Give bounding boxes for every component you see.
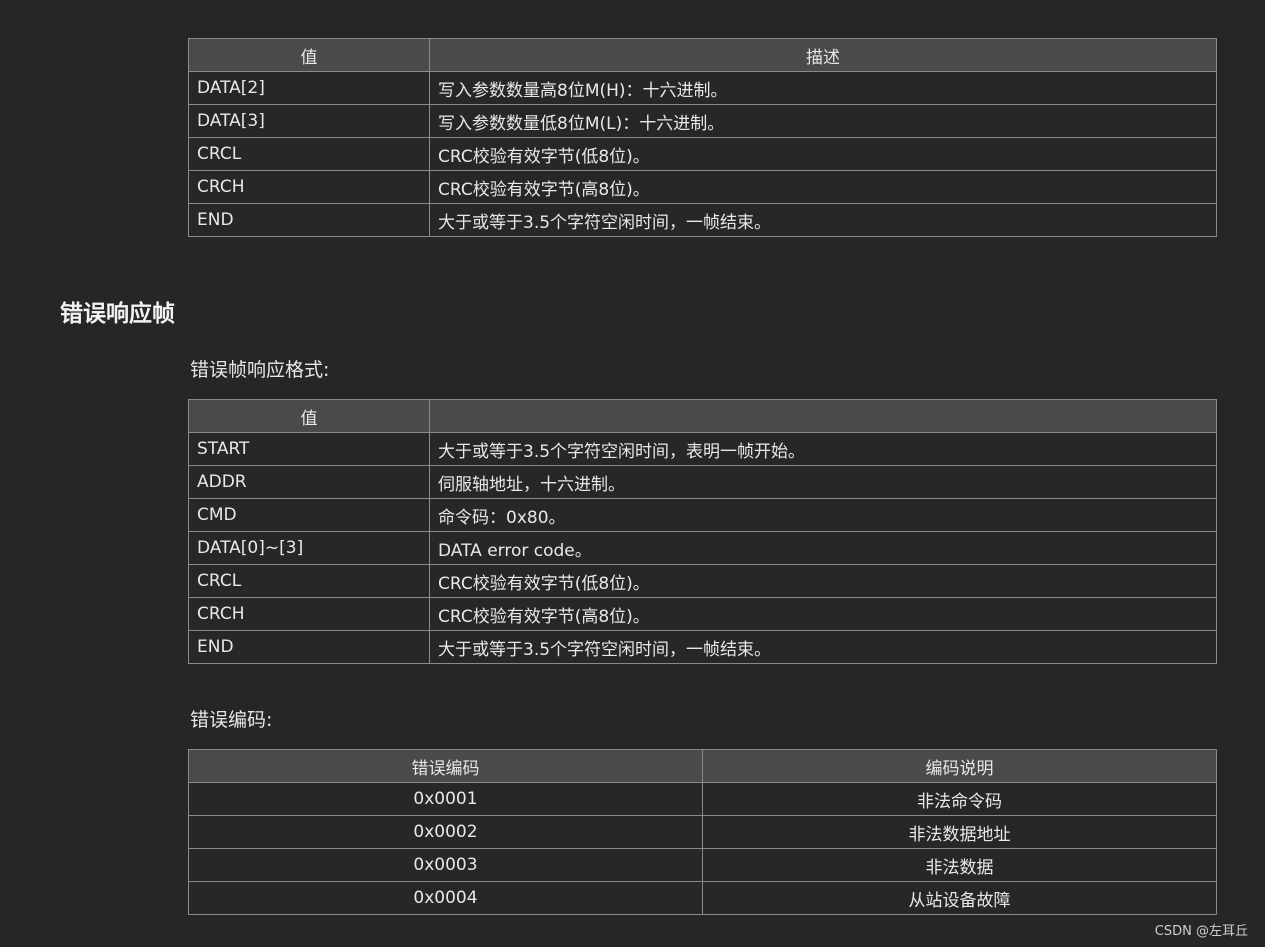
watermark: CSDN @左耳丘: [1154, 924, 1248, 939]
error-codes-table: 错误编码 编码说明 0x0001 非法命令码 0x0002 非法数据地址 0x0…: [188, 749, 1217, 915]
section-heading: 错误响应帧: [60, 301, 175, 327]
cell-description: CRC校验有效字节(高8位)。: [429, 597, 1217, 631]
cell-description: 伺服轴地址，十六进制。: [429, 465, 1217, 499]
cell-description: CRC校验有效字节(低8位)。: [429, 137, 1217, 171]
error-frame-format-table: 值 START 大于或等于3.5个字符空闲时间，表明一帧开始。 ADDR 伺服轴…: [188, 399, 1217, 664]
table-header-row: 错误编码 编码说明: [188, 749, 1217, 783]
cell-description: 大于或等于3.5个字符空闲时间，表明一帧开始。: [429, 432, 1217, 466]
table-row: 0x0003 非法数据: [188, 848, 1217, 882]
column-header-description: 描述: [429, 38, 1217, 72]
table-row: 0x0001 非法命令码: [188, 782, 1217, 816]
cell-value: ADDR: [188, 465, 430, 499]
column-header-error-code: 错误编码: [188, 749, 703, 783]
table-row: DATA[2] 写入参数数量高8位M(H)：十六进制。: [188, 71, 1217, 105]
cell-description: CRC校验有效字节(低8位)。: [429, 564, 1217, 598]
cell-value: CMD: [188, 498, 430, 532]
cell-value: DATA[3]: [188, 104, 430, 138]
cell-code-description: 从站设备故障: [702, 881, 1217, 915]
table-row: CRCH CRC校验有效字节(高8位)。: [188, 597, 1217, 631]
column-header-code-description: 编码说明: [702, 749, 1217, 783]
error-codes-label: 错误编码:: [190, 709, 273, 731]
table-row: CMD 命令码：0x80。: [188, 498, 1217, 532]
cell-value: END: [188, 203, 430, 237]
cell-value: CRCL: [188, 564, 430, 598]
cell-value: CRCL: [188, 137, 430, 171]
table-row: END 大于或等于3.5个字符空闲时间，一帧结束。: [188, 203, 1217, 237]
data-description-table: 值 描述 DATA[2] 写入参数数量高8位M(H)：十六进制。 DATA[3]…: [188, 38, 1217, 237]
cell-description: 大于或等于3.5个字符空闲时间，一帧结束。: [429, 203, 1217, 237]
cell-description: 大于或等于3.5个字符空闲时间，一帧结束。: [429, 630, 1217, 664]
cell-value: DATA[2]: [188, 71, 430, 105]
table-header-row: 值: [188, 399, 1217, 433]
cell-code-description: 非法数据地址: [702, 815, 1217, 849]
cell-description: CRC校验有效字节(高8位)。: [429, 170, 1217, 204]
cell-code-description: 非法数据: [702, 848, 1217, 882]
cell-description: 命令码：0x80。: [429, 498, 1217, 532]
table-row: 0x0004 从站设备故障: [188, 881, 1217, 915]
table-row: END 大于或等于3.5个字符空闲时间，一帧结束。: [188, 630, 1217, 664]
cell-description: DATA error code。: [429, 531, 1217, 565]
table-row: ADDR 伺服轴地址，十六进制。: [188, 465, 1217, 499]
column-header-value: 值: [188, 399, 430, 433]
column-header-empty: [429, 399, 1217, 433]
column-header-value: 值: [188, 38, 430, 72]
cell-error-code: 0x0003: [188, 848, 703, 882]
table-row: 0x0002 非法数据地址: [188, 815, 1217, 849]
cell-description: 写入参数数量高8位M(H)：十六进制。: [429, 71, 1217, 105]
table-row: CRCL CRC校验有效字节(低8位)。: [188, 564, 1217, 598]
table-row: DATA[0]~[3] DATA error code。: [188, 531, 1217, 565]
format-label: 错误帧响应格式:: [190, 359, 330, 381]
cell-description: 写入参数数量低8位M(L)：十六进制。: [429, 104, 1217, 138]
cell-value: START: [188, 432, 430, 466]
cell-code-description: 非法命令码: [702, 782, 1217, 816]
cell-value: CRCH: [188, 597, 430, 631]
table-header-row: 值 描述: [188, 38, 1217, 72]
cell-error-code: 0x0002: [188, 815, 703, 849]
table-row: START 大于或等于3.5个字符空闲时间，表明一帧开始。: [188, 432, 1217, 466]
table-row: CRCH CRC校验有效字节(高8位)。: [188, 170, 1217, 204]
cell-value: END: [188, 630, 430, 664]
table-row: CRCL CRC校验有效字节(低8位)。: [188, 137, 1217, 171]
cell-value: DATA[0]~[3]: [188, 531, 430, 565]
table-row: DATA[3] 写入参数数量低8位M(L)：十六进制。: [188, 104, 1217, 138]
cell-error-code: 0x0004: [188, 881, 703, 915]
cell-value: CRCH: [188, 170, 430, 204]
cell-error-code: 0x0001: [188, 782, 703, 816]
